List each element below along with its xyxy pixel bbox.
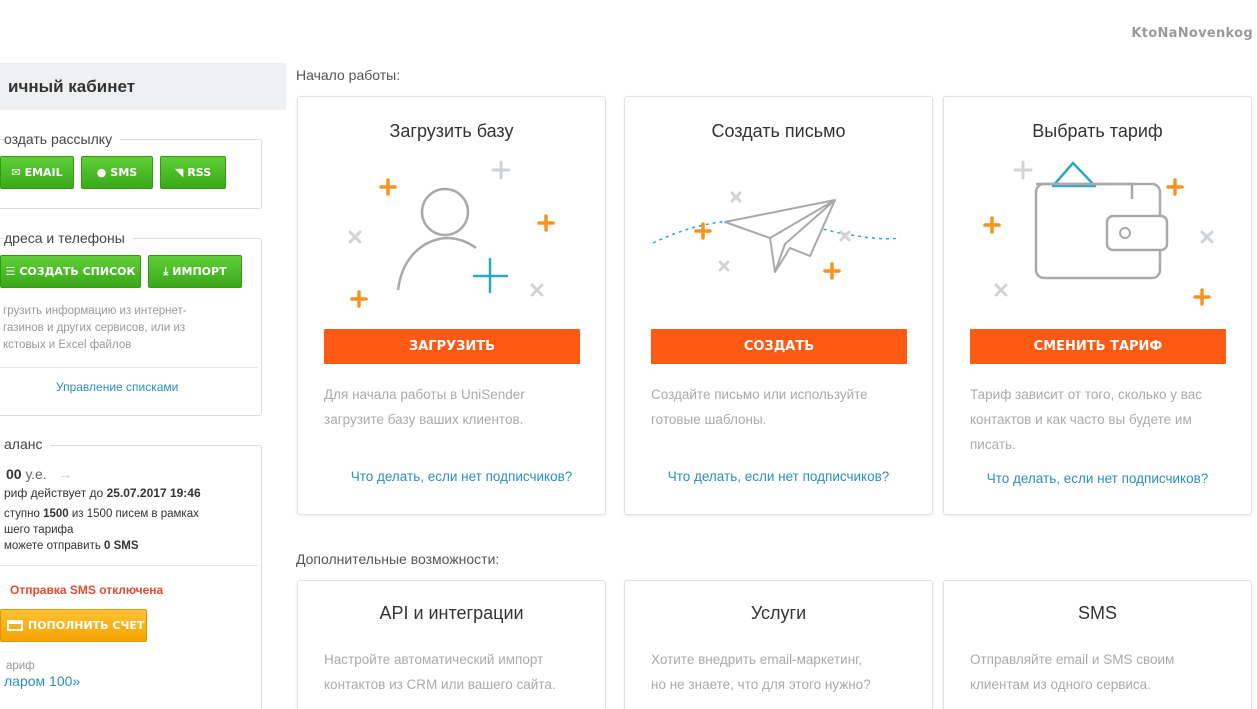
card-title: Создать письмо: [711, 121, 846, 141]
rss-button[interactable]: ◥ RSS: [160, 156, 226, 189]
sidebar-title: ичный кабинет: [8, 77, 136, 96]
sms-icon: ●: [96, 166, 107, 179]
card-description: Отправляйте email и SMS своим клиентам и…: [970, 652, 1175, 692]
card-description: Создайте письмо или используйте готовые …: [651, 387, 868, 427]
create-letter-card: Создать письмо СОЗДАТЬ Создайте письмо и…: [624, 96, 933, 515]
card-title: Услуги: [750, 603, 807, 623]
balance-amount: 00: [6, 466, 22, 482]
choose-tariff-card: Выбрать тариф СМЕНИТЬ ТАРИФ Тариф зависи…: [943, 96, 1252, 515]
balance-legend: аланс: [4, 436, 51, 452]
user-icon: [348, 160, 555, 308]
card-title: Загрузить базу: [389, 121, 514, 141]
sms-disabled-notice: Отправка SMS отключена: [10, 583, 164, 597]
card-title: Выбрать тариф: [1032, 121, 1163, 141]
divider: [0, 367, 258, 368]
upload-base-card: Загрузить базу ЗАГРУЗИТЬ Для начала рабо…: [297, 96, 606, 515]
import-button[interactable]: ⤓ ИМПОРТ: [148, 255, 242, 288]
services-card[interactable]: Услуги Хотите внедрить email-маркетинг, …: [624, 580, 933, 709]
card-description: Тариф зависит от того, сколько у вас кон…: [970, 387, 1203, 452]
contacts-legend: дреса и телефоны: [4, 230, 133, 246]
wallet-icon: [983, 160, 1214, 306]
create-mailing-legend: оздать рассылку: [4, 131, 121, 147]
manage-lists-link[interactable]: Управление списками: [56, 379, 178, 396]
card-title: API и интеграции: [379, 603, 524, 623]
extra-section-label: Дополнительные возможности:: [296, 551, 500, 567]
no-subscribers-link[interactable]: Что делать, если нет подписчиков?: [308, 469, 615, 484]
card-description: Настройте автоматический импорт контакто…: [324, 652, 556, 692]
contacts-description: грузить информацию из интернет- газинов …: [3, 305, 187, 351]
card-title: SMS: [1077, 603, 1117, 623]
balance-amount-row: 00 у.е. →: [6, 466, 73, 482]
balance-currency: у.е.: [25, 466, 47, 482]
api-card[interactable]: API и интеграции Настройте автоматически…: [297, 580, 606, 709]
start-section-label: Начало работы:: [296, 67, 401, 83]
card-icon: [7, 620, 23, 631]
topup-button[interactable]: ПОПОЛНИТЬ СЧЕТ: [0, 609, 147, 642]
email-icon: ✉: [11, 166, 21, 179]
email-button[interactable]: ✉ EMAIL: [0, 156, 74, 189]
available-emails: ступно 1500 из 1500 писем в рамках шего …: [4, 508, 199, 552]
list-icon: ☰: [5, 265, 16, 278]
change-tariff-button[interactable]: СМЕНИТЬ ТАРИФ: [970, 329, 1226, 364]
tariff-name-link[interactable]: ларом 100»: [4, 673, 80, 689]
card-description: Для начала работы в UniSender загрузите …: [324, 387, 525, 427]
arrow-right-icon[interactable]: →: [59, 466, 73, 482]
sms-card[interactable]: SMS Отправляйте email и SMS своим клиент…: [943, 580, 1252, 709]
card-description: Хотите внедрить email-маркетинг, но не з…: [651, 652, 871, 692]
create-button[interactable]: СОЗДАТЬ: [651, 329, 907, 364]
sms-button[interactable]: ● SMS: [81, 156, 153, 189]
no-subscribers-link[interactable]: Что делать, если нет подписчиков?: [944, 471, 1251, 486]
watermark: KtoNaNovenkog: [1131, 26, 1253, 41]
rss-icon: ◥: [174, 166, 184, 179]
tariff-validity: риф действует до 25.07.2017 19:46: [4, 486, 201, 500]
sidebar: ичный кабинет оздать рассылку ✉ EMAIL ● SM…: [0, 63, 286, 709]
plane-icon: [652, 191, 901, 280]
divider: [0, 565, 258, 566]
no-subscribers-link[interactable]: Что делать, если нет подписчиков?: [625, 469, 932, 484]
create-list-button[interactable]: ☰ СОЗДАТЬ СПИСОК: [0, 255, 141, 288]
sidebar-header: ичный кабинет: [0, 63, 286, 110]
import-icon: ⤓: [163, 264, 169, 278]
upload-button[interactable]: ЗАГРУЗИТЬ: [324, 329, 580, 364]
